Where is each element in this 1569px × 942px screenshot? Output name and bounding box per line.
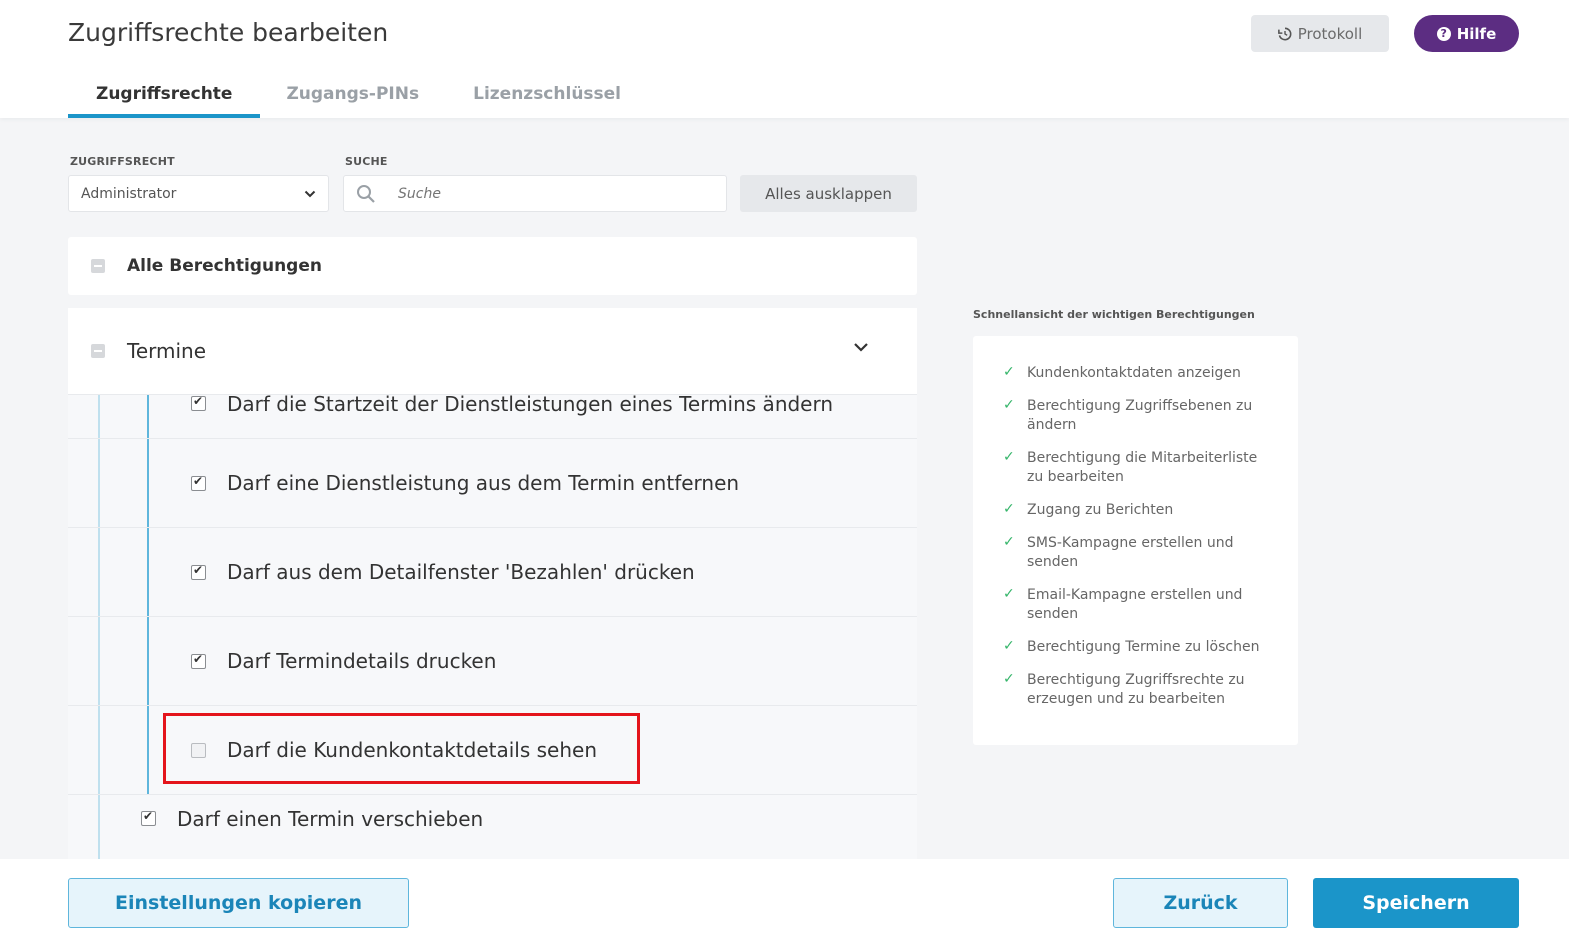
quick-view-title: Schnellansicht der wichtigen Berechtigun… [973, 308, 1255, 321]
permission-label: Darf aus dem Detailfenster 'Bezahlen' dr… [227, 560, 695, 584]
permission-row[interactable]: Darf einen Termin verschieben [68, 795, 917, 859]
tab-bar: Zugriffsrechte Zugangs-PINs Lizenzschlüs… [68, 70, 649, 118]
search-field[interactable] [343, 175, 727, 212]
quick-view-item: ✓ Berechtigung Termine zu löschen [1003, 638, 1298, 657]
quick-view-item: ✓ Berechtigung die Mitarbeiterliste zu b… [1003, 449, 1298, 487]
quick-view-item-label: Berechtigung die Mitarbeiterliste zu bea… [1027, 450, 1258, 485]
permission-row[interactable]: Darf die Startzeit der Dienstleistungen … [68, 369, 917, 439]
permission-checkbox[interactable] [141, 809, 156, 826]
back-button[interactable]: Zurück [1113, 878, 1288, 928]
permission-checkbox[interactable] [191, 652, 206, 669]
save-button[interactable]: Speichern [1313, 878, 1519, 928]
footer-bar: Einstellungen kopieren Zurück Speichern [0, 859, 1569, 942]
expand-all-button[interactable]: Alles ausklappen [740, 175, 917, 212]
role-label: ZUGRIFFSRECHT [70, 155, 175, 168]
protokoll-label: Protokoll [1297, 24, 1363, 43]
quick-view-item-label: Berechtigung Zugriffsebenen zu ändern [1027, 398, 1253, 433]
check-icon: ✓ [1003, 501, 1015, 517]
quick-view-item: ✓ SMS-Kampagne erstellen und senden [1003, 534, 1298, 572]
search-icon [357, 184, 375, 203]
quick-view-item-label: Berechtigung Zugriffsrechte zu erzeugen … [1027, 672, 1245, 707]
quick-view-item: ✓ Berechtigung Zugriffsrechte zu erzeuge… [1003, 671, 1298, 709]
check-icon: ✓ [1003, 638, 1015, 654]
permission-label: Darf einen Termin verschieben [177, 806, 484, 831]
check-icon: ✓ [1003, 671, 1015, 687]
check-icon: ✓ [1003, 449, 1015, 465]
quick-view-item-label: Kundenkontaktdaten anzeigen [1027, 365, 1241, 381]
search-label: SUCHE [345, 155, 388, 168]
role-select[interactable]: Administrator [68, 175, 329, 212]
quick-view-item-label: Email-Kampagne erstellen und senden [1027, 587, 1243, 622]
tab-zugangs-pins[interactable]: Zugangs-PINs [260, 70, 445, 118]
quick-view-item: ✓ Zugang zu Berichten [1003, 501, 1298, 520]
role-select-value: Administrator [81, 185, 177, 202]
search-input[interactable] [398, 185, 698, 202]
chevron-down-icon [304, 190, 316, 197]
question-icon: ? [1436, 26, 1451, 41]
permission-label: Darf die Startzeit der Dienstleistungen … [227, 391, 834, 416]
check-icon: ✓ [1003, 586, 1015, 602]
help-button[interactable]: ? Hilfe [1414, 15, 1519, 52]
collapse-all-toggle[interactable] [91, 259, 105, 273]
tab-lizenzschluessel[interactable]: Lizenzschlüssel [445, 70, 649, 118]
quick-view-item: ✓ Email-Kampagne erstellen und senden [1003, 586, 1298, 624]
group-label: Termine [127, 339, 207, 363]
permission-checkbox[interactable] [191, 394, 206, 411]
check-icon: ✓ [1003, 397, 1015, 413]
history-icon [1277, 27, 1292, 40]
copy-settings-button[interactable]: Einstellungen kopieren [68, 878, 409, 928]
quick-view-item-label: Zugang zu Berichten [1027, 502, 1174, 518]
page-title: Zugriffsrechte bearbeiten [68, 18, 389, 47]
permission-checkbox[interactable] [191, 474, 206, 491]
check-icon: ✓ [1003, 534, 1015, 550]
highlight-box [163, 713, 640, 784]
quick-view-item-label: SMS-Kampagne erstellen und senden [1027, 535, 1234, 570]
permission-checkbox[interactable] [191, 563, 206, 580]
permission-row[interactable]: Darf eine Dienstleistung aus dem Termin … [68, 439, 917, 528]
permission-label: Darf Termindetails drucken [227, 649, 497, 673]
quick-view-card: ✓ Kundenkontaktdaten anzeigen ✓ Berechti… [973, 336, 1298, 745]
chevron-down-icon[interactable] [853, 342, 869, 352]
page-header: Zugriffsrechte bearbeiten Protokoll ? Hi… [0, 0, 1569, 118]
all-permissions-row: Alle Berechtigungen [68, 237, 917, 295]
permission-tree: Darf die Startzeit der Dienstleistungen … [68, 392, 917, 859]
tab-zugriffsrechte[interactable]: Zugriffsrechte [68, 70, 261, 118]
protokoll-button[interactable]: Protokoll [1251, 15, 1389, 52]
help-label: Hilfe [1456, 24, 1497, 43]
quick-view-item-label: Berechtigung Termine zu löschen [1027, 639, 1260, 655]
all-permissions-label: Alle Berechtigungen [127, 256, 322, 276]
quick-view-item: ✓ Berechtigung Zugriffsebenen zu ändern [1003, 397, 1298, 435]
group-toggle[interactable] [91, 344, 105, 358]
permission-label: Darf eine Dienstleistung aus dem Termin … [227, 471, 740, 495]
permission-row[interactable]: Darf Termindetails drucken [68, 617, 917, 706]
permission-row[interactable]: Darf aus dem Detailfenster 'Bezahlen' dr… [68, 528, 917, 617]
check-icon: ✓ [1003, 364, 1015, 380]
quick-view-item: ✓ Kundenkontaktdaten anzeigen [1003, 364, 1298, 383]
